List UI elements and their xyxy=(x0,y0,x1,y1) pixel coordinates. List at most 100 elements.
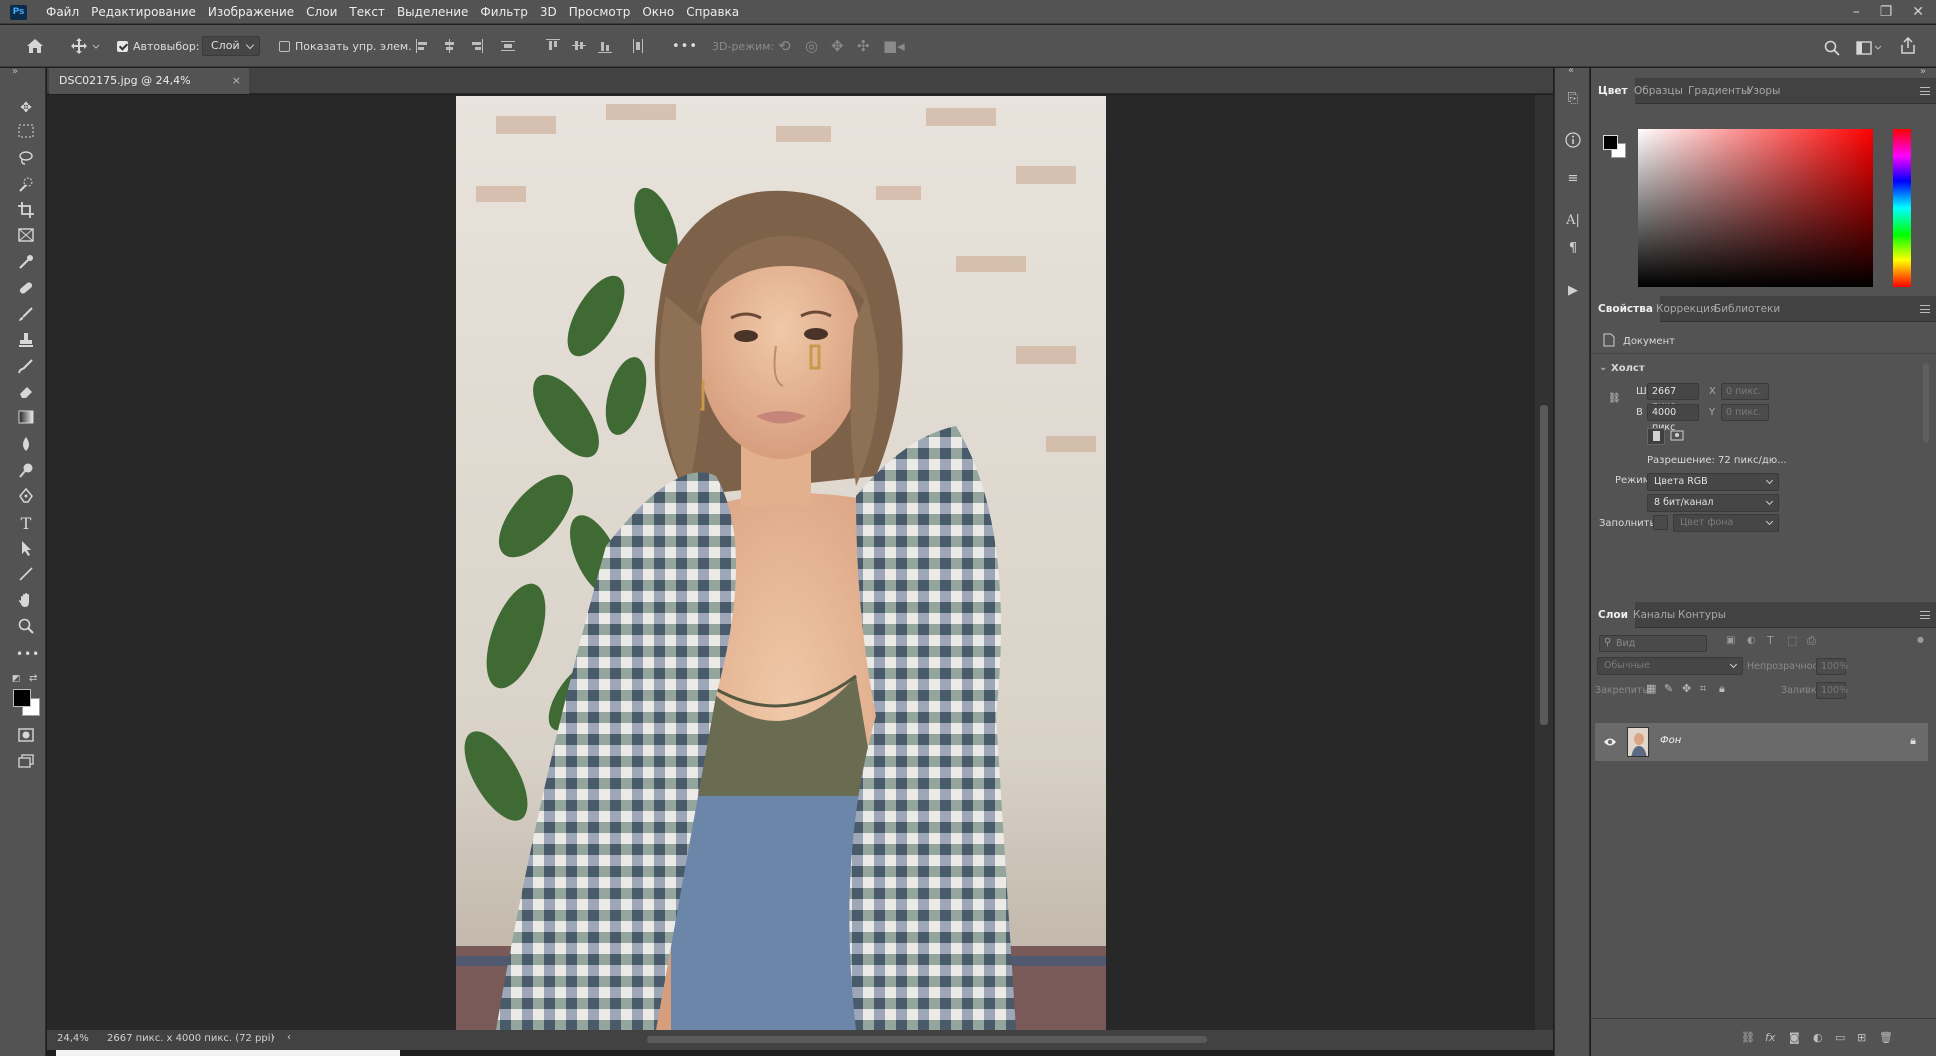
autoselect-target-select[interactable]: Слой xyxy=(202,36,260,56)
frame-tool-icon[interactable] xyxy=(16,228,36,248)
landscape-orientation-icon[interactable] xyxy=(1669,428,1687,445)
chevron-down-icon[interactable]: ⌄ xyxy=(1599,362,1607,373)
menu-image[interactable]: Изображение xyxy=(202,0,300,24)
3d-camera-icon[interactable]: ■◂ xyxy=(883,37,905,55)
clone-source-icon[interactable]: ≡ xyxy=(1564,170,1582,188)
3d-pan-icon[interactable]: ✥ xyxy=(831,37,844,55)
layers-panel-menu-icon[interactable] xyxy=(1920,611,1930,619)
foreground-color-swatch[interactable] xyxy=(13,689,31,707)
tab-paths[interactable]: Контуры xyxy=(1671,602,1733,628)
show-transform-checkbox[interactable] xyxy=(279,40,290,52)
actions-icon[interactable]: ▶ xyxy=(1564,282,1582,300)
3d-roll-icon[interactable]: ◎ xyxy=(805,37,818,55)
healing-brush-tool-icon[interactable] xyxy=(16,280,36,300)
properties-scrollbar[interactable] xyxy=(1923,363,1929,443)
tab-patterns[interactable]: Узоры xyxy=(1740,78,1787,104)
line-tool-icon[interactable] xyxy=(16,566,36,586)
zoom-level[interactable]: 24,4% xyxy=(57,1033,89,1044)
hue-slider[interactable] xyxy=(1893,129,1911,287)
path-selection-tool-icon[interactable] xyxy=(16,540,36,560)
marquee-tool-icon[interactable] xyxy=(16,124,36,144)
character-icon[interactable]: A| xyxy=(1564,212,1582,230)
status-menu-arrow[interactable]: › xyxy=(271,1032,275,1043)
screen-mode-icon[interactable] xyxy=(16,754,36,774)
layer-lock-icon[interactable]: 🔒︎ xyxy=(1910,734,1916,748)
link-layers-icon[interactable]: ⛓ xyxy=(1741,1031,1755,1044)
filter-adjustment-icon[interactable]: ◐ xyxy=(1747,635,1756,646)
default-colors-icon[interactable]: ◩ xyxy=(12,674,21,684)
3d-orbit-icon[interactable]: ⟲ xyxy=(778,37,791,55)
color-panel-foreground[interactable] xyxy=(1603,135,1618,150)
scroll-left-arrow[interactable]: ‹ xyxy=(287,1032,291,1043)
x-field[interactable]: 0 пикс. xyxy=(1721,383,1769,400)
lock-position-icon[interactable]: ✥ xyxy=(1682,682,1691,695)
eyedropper-tool-icon[interactable] xyxy=(16,254,36,274)
link-icon[interactable]: ⛓ xyxy=(1608,393,1621,404)
portrait-orientation-icon[interactable] xyxy=(1647,428,1665,445)
fill-color-swatch[interactable] xyxy=(1653,515,1668,530)
collapse-strip-icon[interactable]: « xyxy=(1568,65,1574,76)
bit-depth-dropdown[interactable]: 8 бит/канал xyxy=(1647,494,1779,512)
pen-tool-icon[interactable] xyxy=(16,487,36,508)
zoom-tool-icon[interactable] xyxy=(16,618,36,638)
layer-filter-search[interactable]: ⚲ Вид xyxy=(1599,635,1707,652)
document-tab[interactable]: DSC02175.jpg @ 24,4% (RGB/8#) × xyxy=(49,68,249,113)
menu-type[interactable]: Текст xyxy=(343,0,391,24)
menu-select[interactable]: Выделение xyxy=(391,0,474,24)
menu-3d[interactable]: 3D xyxy=(534,0,563,24)
layer-row[interactable]: Фон 🔒︎ xyxy=(1595,723,1928,761)
layer-style-icon[interactable]: fx xyxy=(1765,1031,1775,1044)
home-icon[interactable] xyxy=(26,25,44,67)
properties-panel-menu-icon[interactable] xyxy=(1920,305,1930,313)
filter-smart-object-icon[interactable]: ⎙ xyxy=(1807,634,1816,648)
add-mask-icon[interactable]: ◙ xyxy=(1789,1031,1800,1044)
opacity-field[interactable]: 100% xyxy=(1816,658,1848,675)
distribute-vertical-icon[interactable] xyxy=(501,39,515,53)
filter-toggle-icon[interactable]: ● xyxy=(1917,635,1924,644)
search-icon[interactable] xyxy=(1824,40,1840,56)
move-tool-icon[interactable]: ✥ xyxy=(16,98,36,118)
fill-dropdown[interactable]: Цвет фона xyxy=(1673,514,1779,532)
color-panel-menu-icon[interactable] xyxy=(1920,87,1930,95)
tab-libraries[interactable]: Библиотеки xyxy=(1707,296,1787,322)
document-image[interactable] xyxy=(456,96,1106,1030)
color-mode-dropdown[interactable]: Цвета RGB xyxy=(1647,473,1779,491)
more-options-icon[interactable]: ••• xyxy=(672,25,698,67)
align-hcenter-icon[interactable] xyxy=(443,39,457,53)
collapse-toolbar-icon[interactable]: » xyxy=(12,66,18,77)
autoselect-checkbox[interactable] xyxy=(117,40,128,52)
align-bottom-icon[interactable] xyxy=(598,39,612,53)
filter-pixel-icon[interactable]: ▣ xyxy=(1726,635,1735,646)
close-window-icon[interactable]: ✕ xyxy=(1912,4,1924,20)
menu-window[interactable]: Окно xyxy=(636,0,680,24)
lock-pixels-icon[interactable]: ✎ xyxy=(1664,682,1673,695)
menu-layers[interactable]: Слои xyxy=(300,0,343,24)
hand-tool-icon[interactable] xyxy=(16,592,36,612)
adjustment-layer-icon[interactable]: ◐ xyxy=(1813,1031,1823,1044)
menu-help[interactable]: Справка xyxy=(680,0,745,24)
edit-toolbar-icon[interactable]: ••• xyxy=(16,644,39,664)
vertical-scroll-thumb[interactable] xyxy=(1540,405,1548,725)
quick-selection-tool-icon[interactable] xyxy=(16,176,36,196)
lock-artboard-icon[interactable]: ⌗ xyxy=(1700,682,1706,696)
lock-transparent-icon[interactable]: ▦ xyxy=(1646,682,1656,695)
menu-filter[interactable]: Фильтр xyxy=(474,0,533,24)
height-field[interactable]: 4000 пикс xyxy=(1647,404,1699,433)
restore-icon[interactable]: ❐ xyxy=(1880,4,1893,20)
eraser-tool-icon[interactable] xyxy=(16,384,36,404)
lock-all-icon[interactable]: 🔒︎ xyxy=(1719,682,1725,696)
brush-tool-icon[interactable] xyxy=(16,306,36,326)
workspace-icon[interactable] xyxy=(1856,41,1882,55)
align-top-icon[interactable] xyxy=(546,39,560,53)
swap-colors-icon[interactable]: ⇄ xyxy=(29,673,37,684)
gradient-tool-icon[interactable] xyxy=(16,410,36,430)
crop-tool-icon[interactable] xyxy=(16,202,36,222)
horizontal-scroll-thumb[interactable] xyxy=(647,1036,1207,1043)
clone-stamp-tool-icon[interactable] xyxy=(16,332,36,352)
quick-mask-icon[interactable] xyxy=(16,728,36,748)
fill-opacity-field[interactable]: 100% xyxy=(1816,682,1848,699)
menu-view[interactable]: Просмотр xyxy=(563,0,637,24)
width-field[interactable]: 2667 пикс xyxy=(1647,383,1699,412)
canvas-section-title[interactable]: Холст xyxy=(1611,363,1645,374)
menu-edit[interactable]: Редактирование xyxy=(85,0,202,24)
